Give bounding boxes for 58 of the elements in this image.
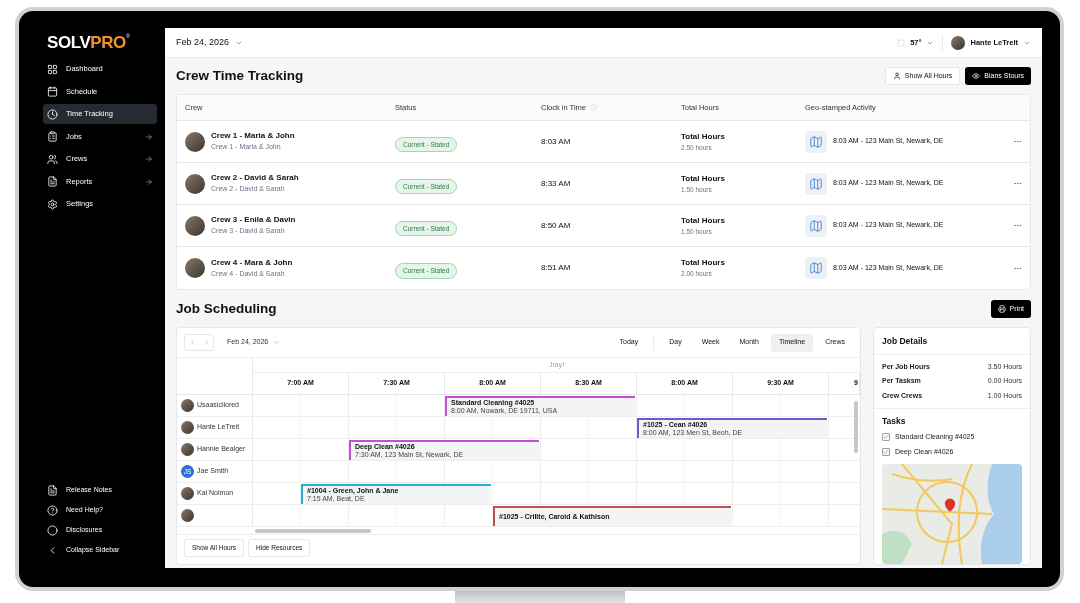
- info-icon: [590, 104, 597, 111]
- crew-avatar: [185, 215, 205, 236]
- more-icon[interactable]: [1013, 179, 1022, 188]
- clock-in-time: 8:50 AM: [541, 219, 571, 232]
- card-title: Job Details: [882, 334, 928, 348]
- resource-avatar: [181, 399, 194, 412]
- crew-name: Crew 4 - Mara & John: [211, 256, 293, 269]
- clock-in-time: 8:33 AM: [541, 177, 571, 190]
- clock-in-time: 8:03 AM: [541, 135, 571, 148]
- map-icon[interactable]: [805, 172, 827, 195]
- help-icon: [47, 504, 58, 516]
- date-picker[interactable]: Feb 24, 2026: [176, 35, 244, 50]
- section-title: Crew Time Tracking: [176, 66, 304, 85]
- hours-label: Total Hours: [681, 130, 726, 143]
- chevron-left-icon: [188, 339, 196, 346]
- people-icon: [47, 153, 58, 165]
- section-title: Job Scheduling: [176, 299, 277, 318]
- settings-icon: [47, 198, 58, 210]
- calendar-icon: [47, 86, 58, 97]
- resource-avatar: [181, 487, 194, 500]
- map-pin-icon: [943, 498, 957, 512]
- task-checkbox[interactable]: [882, 447, 890, 456]
- resource-avatar: [181, 443, 194, 456]
- chevron-right-icon: [202, 339, 210, 346]
- user-icon: [892, 72, 901, 80]
- document-icon: [47, 176, 58, 187]
- tasks-heading: Tasks: [882, 415, 907, 428]
- eye-icon: [972, 72, 981, 80]
- resource-avatar: [181, 509, 194, 522]
- map-icon[interactable]: [805, 214, 827, 237]
- crew-name: Crew 3 - Enila & Davin: [211, 214, 296, 227]
- chevron-down-icon: [273, 339, 281, 346]
- hours-label: Total Hours: [681, 214, 726, 227]
- circle-icon: [47, 524, 58, 536]
- task-checkbox[interactable]: [882, 433, 890, 442]
- map-icon[interactable]: [805, 130, 827, 153]
- clock-icon: [47, 108, 58, 120]
- horizontal-scrollbar[interactable]: [255, 528, 371, 533]
- crew-avatar: [185, 131, 205, 152]
- clock-in-time: 8:51 AM: [541, 262, 571, 274]
- grid-icon: [47, 63, 58, 75]
- crew-name: Crew 2 - David & Sarah: [211, 172, 299, 185]
- weather-icon: [897, 38, 906, 47]
- hours-label: Total Hours: [681, 257, 726, 270]
- resource-avatar: [181, 421, 194, 434]
- map-icon[interactable]: [805, 257, 827, 279]
- document-icon: [47, 484, 58, 496]
- logo: SOLVPRO: [47, 34, 126, 51]
- hours-label: Total Hours: [681, 172, 726, 185]
- crew-name: Crew 1 - Maria & John: [211, 130, 295, 143]
- crew-avatar: [185, 173, 205, 194]
- more-icon[interactable]: [1013, 137, 1022, 146]
- crew-avatar: [185, 258, 205, 278]
- more-icon[interactable]: [1013, 221, 1022, 230]
- vertical-scrollbar[interactable]: [854, 401, 858, 453]
- clipboard-icon: [47, 131, 58, 142]
- user-avatar: [951, 35, 966, 50]
- printer-icon: [997, 305, 1006, 313]
